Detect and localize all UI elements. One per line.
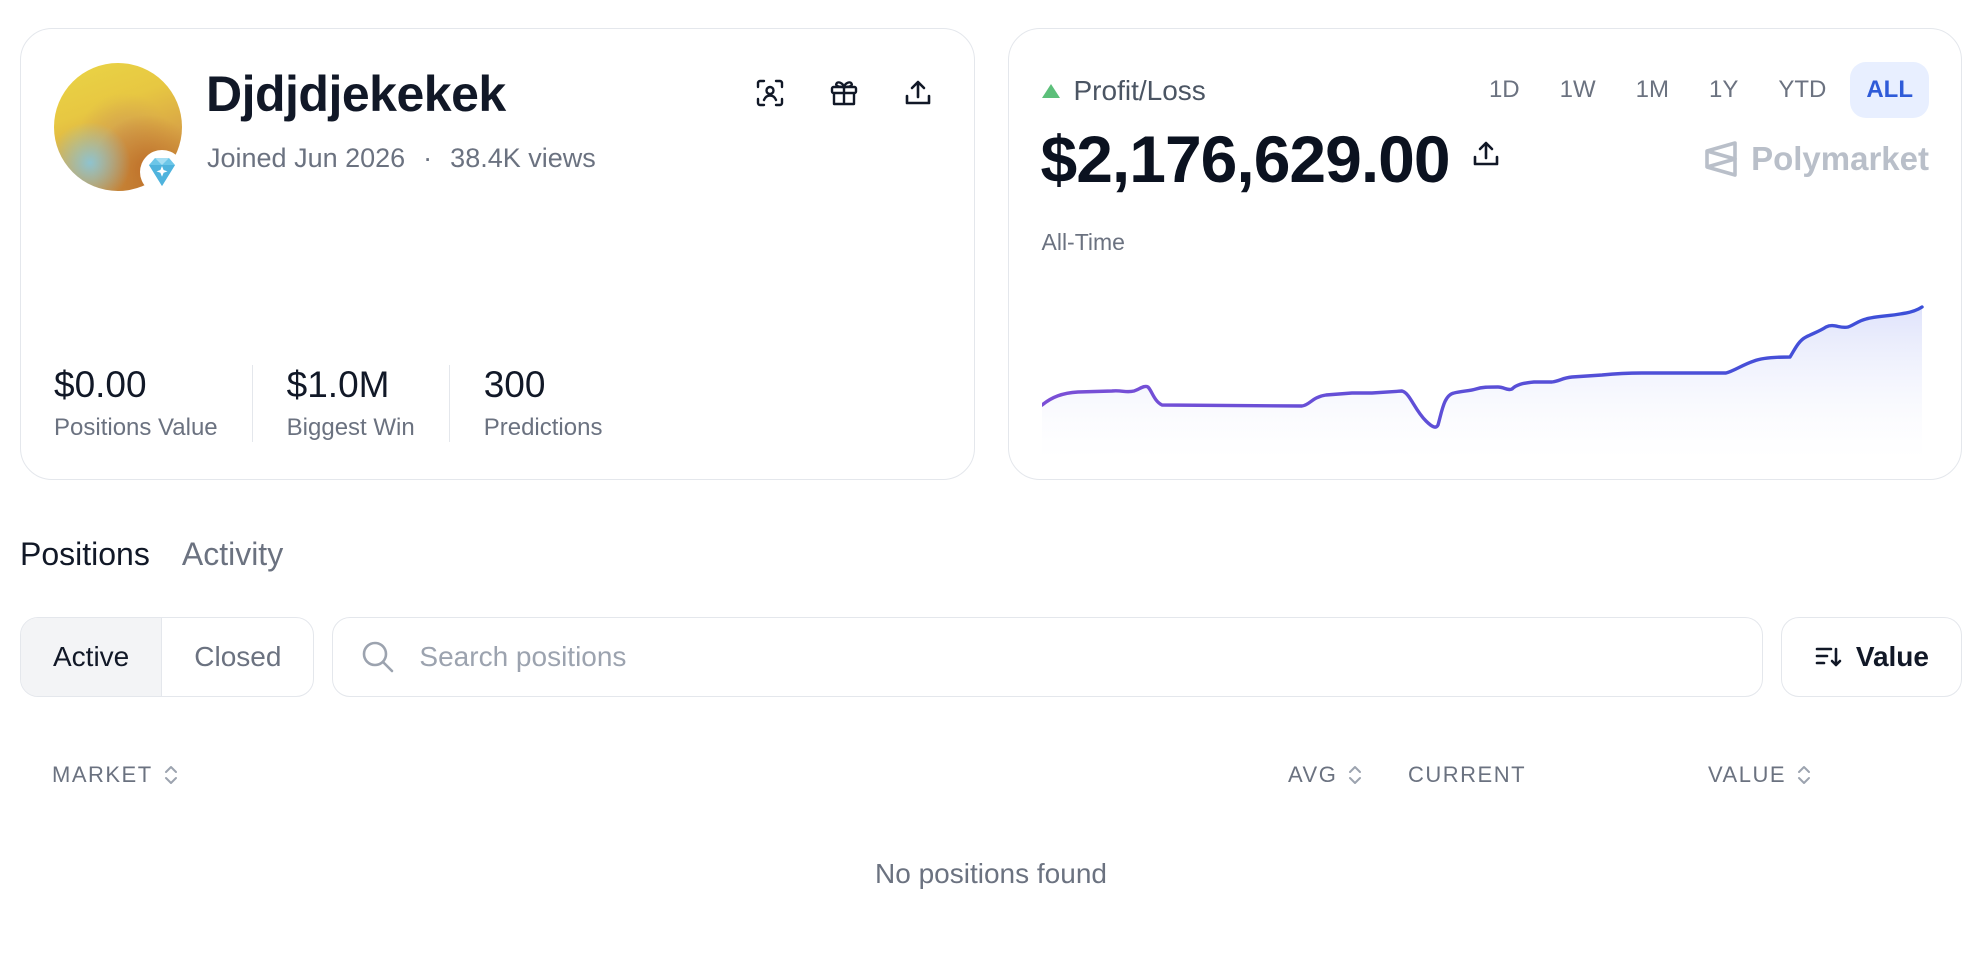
stat-label: Positions Value [54, 413, 218, 441]
range-1d[interactable]: 1D [1473, 62, 1536, 118]
sort-button[interactable]: Value [1780, 617, 1962, 697]
segment-active[interactable]: Active [21, 618, 163, 696]
positions-table-header: MARKET AVG CURRENT VALUE [20, 762, 1962, 792]
polymarket-icon [1705, 141, 1737, 177]
polymarket-logo: Polymarket [1703, 139, 1929, 179]
pnl-card: Profit/Loss 1D 1W 1M 1Y YTD ALL $2,176,6… [1007, 28, 1962, 480]
column-current: CURRENT [1408, 762, 1526, 788]
column-label: VALUE [1708, 762, 1787, 787]
pnl-period: All-Time [1041, 229, 1125, 255]
share-icon [905, 80, 930, 105]
brand-name: Polymarket [1751, 140, 1929, 177]
sort-icon [1815, 647, 1842, 667]
scan-button[interactable] [754, 77, 786, 109]
range-ytd[interactable]: YTD [1762, 62, 1842, 118]
column-label: AVG [1288, 762, 1338, 787]
share-icon [1473, 141, 1498, 166]
share-button[interactable] [902, 77, 934, 109]
trend-up-icon [1041, 84, 1060, 98]
sort-toggle-icon [164, 766, 177, 784]
column-label: CURRENT [1408, 762, 1527, 787]
sort-toggle-icon [1798, 766, 1811, 784]
profile-meta: Joined Jun 2026 · 38.4K views [207, 143, 596, 174]
column-market[interactable]: MARKET [52, 762, 179, 788]
pnl-chart-area [1041, 307, 1922, 459]
profile-stats: $0.00 Positions Value $1.0M Biggest Win … [54, 364, 637, 442]
positions-filters: Active Closed Value [20, 617, 1962, 697]
tab-activity[interactable]: Activity [182, 536, 283, 573]
stat-value: $0.00 [54, 364, 147, 405]
meta-separator: · [423, 143, 433, 173]
range-1y[interactable]: 1Y [1693, 62, 1754, 118]
diamond-badge-icon [140, 150, 184, 194]
gift-button[interactable] [828, 77, 860, 109]
range-selector: 1D 1W 1M 1Y YTD ALL [1473, 62, 1929, 118]
column-value[interactable]: VALUE [1708, 762, 1812, 788]
cards-row: Djdjdjekekek Joined Jun 2026 · 38.4K vie… [20, 28, 1962, 480]
search-icon [363, 641, 394, 673]
view-count: 38.4K views [450, 143, 596, 173]
pnl-share-button[interactable] [1469, 137, 1503, 171]
scan-icon [756, 79, 783, 107]
stat-label: Predictions [483, 413, 603, 441]
pnl-label: Profit/Loss [1073, 75, 1206, 106]
range-all[interactable]: ALL [1850, 62, 1929, 118]
stat-biggest-win: $1.0M Biggest Win [286, 364, 450, 442]
column-label: MARKET [52, 762, 153, 787]
segment-closed[interactable]: Closed [162, 618, 313, 696]
range-1m[interactable]: 1M [1620, 62, 1685, 118]
pnl-value: $2,176,629.00 [1040, 122, 1451, 196]
pnl-chart [1041, 305, 1924, 459]
joined-date: Joined Jun 2026 [207, 143, 406, 173]
stat-predictions: 300 Predictions [483, 364, 637, 442]
stat-label: Biggest Win [286, 413, 415, 441]
stat-value: 300 [483, 364, 546, 405]
sort-label: Value [1855, 641, 1929, 672]
tab-positions[interactable]: Positions [20, 536, 150, 573]
search-box [332, 617, 1763, 697]
stat-value: $1.0M [286, 364, 390, 405]
sort-toggle-icon [1349, 766, 1362, 784]
empty-state: No positions found [875, 858, 1107, 889]
username: Djdjdjekekek [206, 66, 506, 122]
gift-icon [830, 81, 857, 106]
column-avg[interactable]: AVG [1288, 762, 1363, 788]
status-segmented-control: Active Closed [20, 617, 315, 697]
profile-actions [754, 77, 934, 109]
profile-page: Djdjdjekekek Joined Jun 2026 · 38.4K vie… [0, 0, 1982, 964]
profile-card: Djdjdjekekek Joined Jun 2026 · 38.4K vie… [20, 28, 975, 480]
range-1w[interactable]: 1W [1544, 62, 1612, 118]
search-input[interactable] [419, 641, 1734, 673]
content-tabs: Positions Activity [20, 536, 283, 573]
pnl-header: Profit/Loss [1041, 75, 1206, 107]
stat-positions-value: $0.00 Positions Value [54, 364, 253, 442]
